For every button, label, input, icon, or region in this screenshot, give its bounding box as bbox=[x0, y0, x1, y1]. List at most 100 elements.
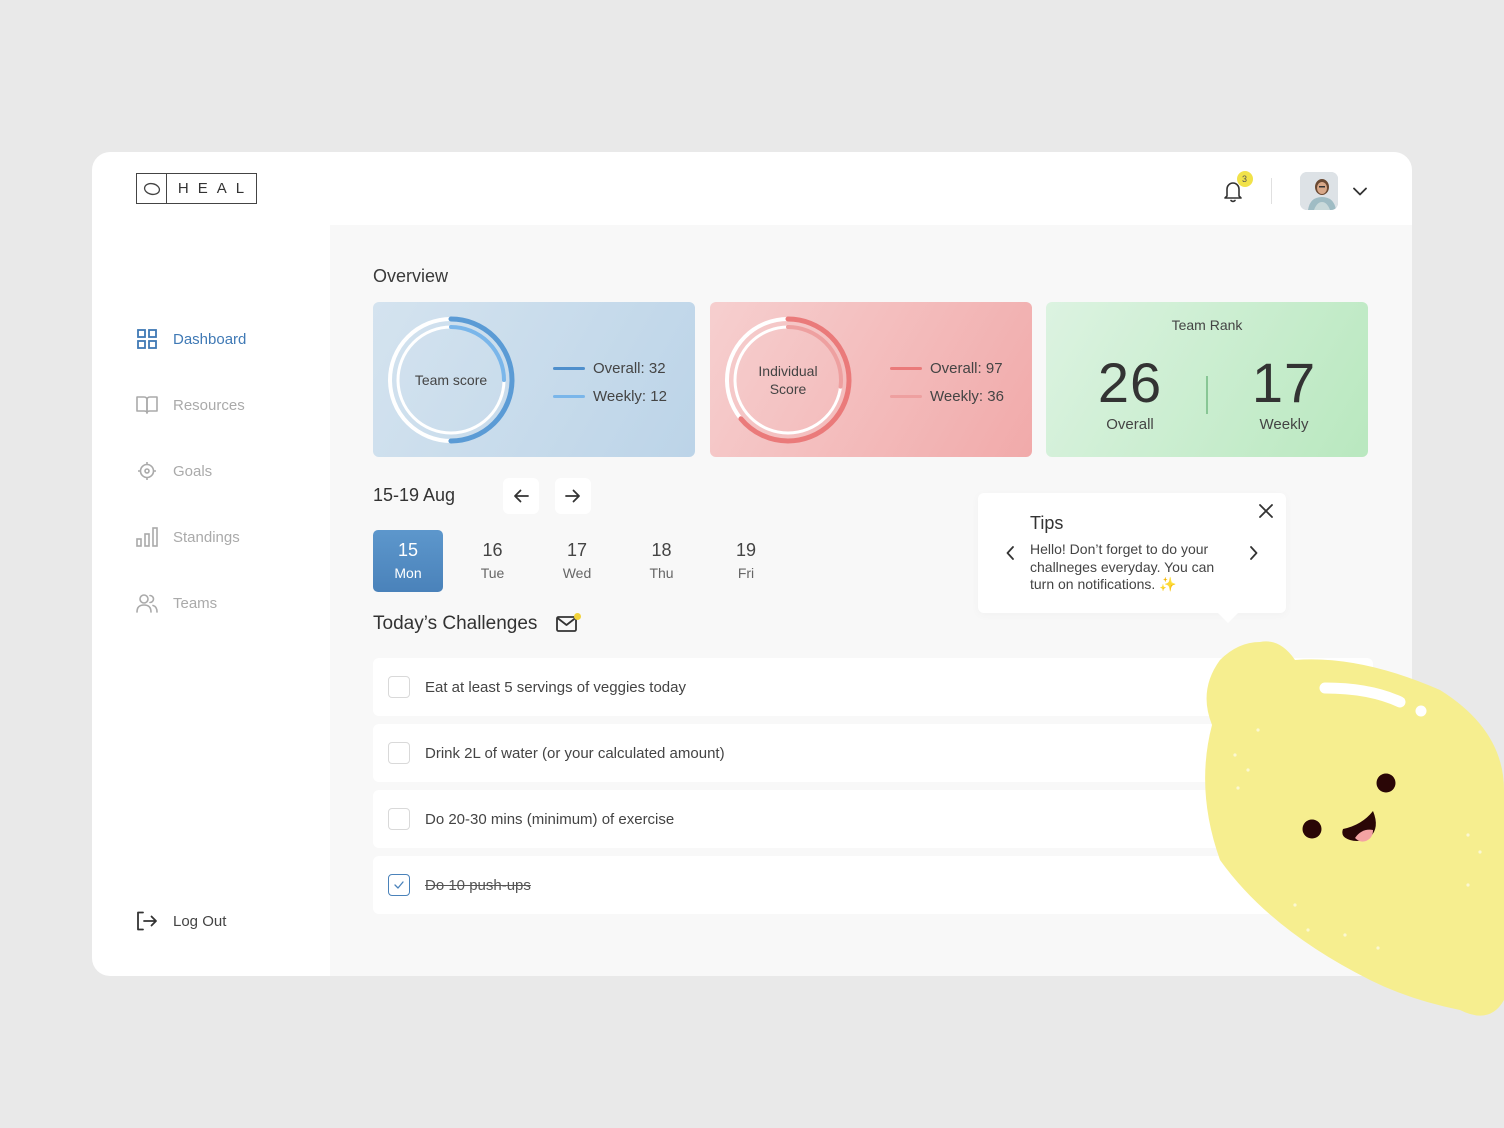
notification-badge: 3 bbox=[1236, 171, 1253, 187]
close-tips-button[interactable] bbox=[1256, 501, 1276, 521]
challenge-checkbox[interactable] bbox=[388, 676, 410, 698]
legend-line bbox=[553, 366, 585, 370]
sparkle-icon: ✨ bbox=[1159, 576, 1177, 592]
next-tip-button[interactable] bbox=[1246, 544, 1262, 562]
day-tab[interactable]: 18 Thu bbox=[627, 530, 697, 592]
day-date: 16 bbox=[482, 540, 503, 560]
day-date: 18 bbox=[651, 540, 672, 560]
chevron-down-icon bbox=[1353, 187, 1367, 195]
team-score-card[interactable]: Team score Overall: 32 Weekly: 12 bbox=[373, 302, 695, 457]
rank-weekly-value: 17 bbox=[1251, 351, 1317, 414]
individual-score-card[interactable]: Individual Score Overall: 97 Weekly: 36 bbox=[710, 302, 1032, 457]
brand-name: HEAL bbox=[177, 180, 254, 197]
leaf-outline-icon bbox=[137, 174, 167, 203]
day-date: 19 bbox=[735, 540, 757, 560]
day-weekday: Thu bbox=[649, 565, 674, 581]
prev-week-button[interactable] bbox=[503, 478, 539, 514]
legend-line bbox=[890, 394, 922, 398]
sidebar-item-label: Standings bbox=[173, 528, 240, 546]
logout-button[interactable]: Log Out bbox=[136, 910, 226, 932]
challenge-text: Drink 2L of water (or your calculated am… bbox=[425, 744, 725, 762]
unread-dot bbox=[574, 613, 581, 620]
day-weekday: Fri bbox=[737, 565, 755, 581]
legend-overall: Overall: 32 bbox=[553, 354, 667, 382]
rank-weekly: 17 Weekly bbox=[1219, 351, 1349, 434]
book-icon bbox=[136, 394, 158, 416]
sidebar-item-standings[interactable]: Standings bbox=[136, 525, 246, 549]
legend-overall: Overall: 97 bbox=[890, 354, 1004, 382]
sidebar-item-goals[interactable]: Goals bbox=[136, 459, 246, 483]
topbar-actions: 3 bbox=[1219, 171, 1369, 210]
tips-title: Tips bbox=[1030, 513, 1064, 533]
check-icon bbox=[394, 881, 404, 889]
legend-weekly-text: Weekly: 12 bbox=[593, 387, 667, 405]
team-score-label: Team score bbox=[414, 372, 488, 388]
account-menu-button[interactable] bbox=[1352, 183, 1368, 199]
legend-weekly: Weekly: 12 bbox=[553, 382, 667, 410]
grid-icon bbox=[136, 328, 158, 350]
chevron-right-icon bbox=[1250, 546, 1258, 560]
logout-icon bbox=[136, 910, 158, 932]
sidebar-item-resources[interactable]: Resources bbox=[136, 393, 246, 417]
legend-overall-text: Overall: 97 bbox=[930, 359, 1003, 377]
arrow-left-icon bbox=[514, 489, 529, 503]
rank-divider bbox=[1206, 376, 1208, 414]
week-range: 15-19 Aug bbox=[373, 485, 456, 505]
individual-label-line1: Individual bbox=[758, 363, 818, 379]
lemon-mascot bbox=[1205, 641, 1504, 1016]
day-weekday: Wed bbox=[562, 565, 592, 581]
sidebar-item-label: Resources bbox=[173, 396, 245, 414]
day-weekday: Tue bbox=[480, 565, 505, 581]
tips-text: Hello! Don’t forget to do your challnege… bbox=[1030, 541, 1215, 592]
legend-weekly-text: Weekly: 36 bbox=[930, 387, 1004, 405]
day-tab[interactable]: 19 Fri bbox=[711, 530, 781, 592]
sidebar-item-label: Dashboard bbox=[173, 330, 247, 348]
team-rank-title: Team Rank bbox=[1171, 317, 1243, 333]
close-icon bbox=[1259, 504, 1273, 518]
challenge-text: Do 10 push-ups bbox=[425, 876, 531, 894]
avatar[interactable] bbox=[1300, 172, 1338, 210]
day-picker: 15 Mon 16 Tue 17 Wed 18 Thu 19 Fri bbox=[373, 530, 796, 592]
legend-weekly: Weekly: 36 bbox=[890, 382, 1004, 410]
challenge-text: Eat at least 5 servings of veggies today bbox=[425, 678, 686, 696]
next-week-button[interactable] bbox=[555, 478, 591, 514]
day-weekday: Mon bbox=[394, 565, 422, 581]
individual-label-line2: Score bbox=[769, 381, 807, 397]
rank-weekly-label: Weekly bbox=[1259, 416, 1309, 433]
legend-line bbox=[890, 366, 922, 370]
users-icon bbox=[136, 592, 158, 614]
challenges-title: Today’s Challenges bbox=[373, 613, 538, 634]
divider bbox=[1270, 178, 1272, 204]
challenge-checkbox[interactable] bbox=[388, 742, 410, 764]
day-date: 17 bbox=[566, 540, 588, 560]
messages-button[interactable] bbox=[555, 612, 581, 636]
overview-title: Overview bbox=[373, 266, 449, 286]
team-rank-card[interactable]: Team Rank 26 Overall 17 Weekly bbox=[1046, 302, 1368, 457]
challenge-checkbox[interactable] bbox=[388, 808, 410, 830]
prev-tip-button[interactable] bbox=[1002, 544, 1018, 562]
rank-overall-value: 26 bbox=[1097, 351, 1163, 414]
arrow-right-icon bbox=[565, 489, 580, 503]
legend-overall-text: Overall: 32 bbox=[593, 359, 666, 377]
logout-label: Log Out bbox=[173, 912, 227, 930]
target-icon bbox=[136, 460, 158, 482]
challenge-checkbox-checked[interactable] bbox=[388, 874, 410, 896]
bar-chart-icon bbox=[136, 526, 158, 548]
sidebar-item-dashboard[interactable]: Dashboard bbox=[136, 327, 246, 351]
day-tab[interactable]: 15 Mon bbox=[373, 530, 443, 592]
sidebar-item-teams[interactable]: Teams bbox=[136, 591, 246, 615]
legend-line bbox=[553, 394, 585, 398]
individual-score-legend: Overall: 97 Weekly: 36 bbox=[890, 354, 1004, 410]
tips-body: Hello! Don’t forget to do your challnege… bbox=[1030, 541, 1240, 594]
day-tab[interactable]: 16 Tue bbox=[458, 530, 528, 592]
day-date: 15 bbox=[397, 540, 419, 560]
notifications-button[interactable]: 3 bbox=[1219, 171, 1253, 205]
brand-logo[interactable]: HEAL bbox=[136, 173, 257, 204]
rank-overall-label: Overall bbox=[1106, 416, 1154, 433]
day-tab[interactable]: 17 Wed bbox=[542, 530, 612, 592]
chevron-left-icon bbox=[1006, 546, 1014, 560]
team-score-legend: Overall: 32 Weekly: 12 bbox=[553, 354, 667, 410]
sidebar-nav: Dashboard Resources Goals Standings Team… bbox=[136, 327, 246, 657]
mascot-eye-left bbox=[1302, 819, 1322, 839]
tips-popover: Tips Hello! Don’t forget to do your chal… bbox=[978, 493, 1286, 623]
